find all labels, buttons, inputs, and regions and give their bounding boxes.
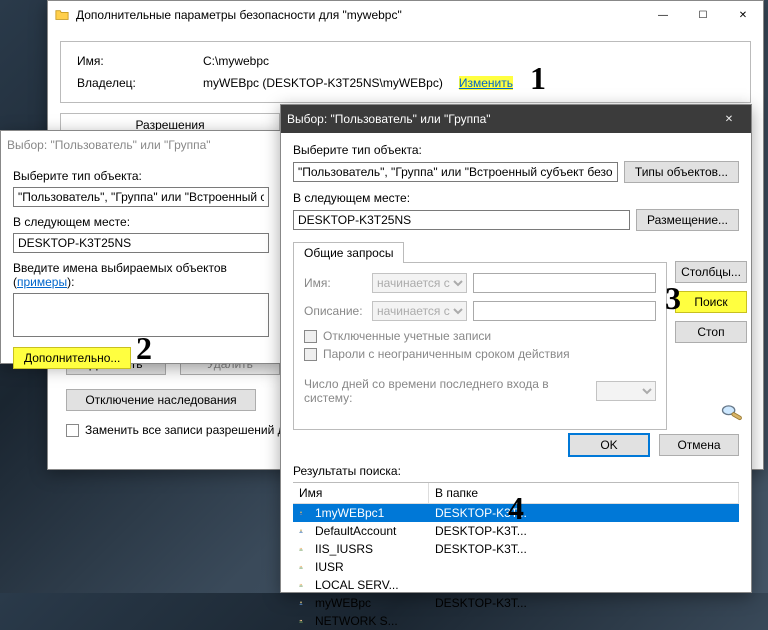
examples-link[interactable]: примеры <box>17 275 67 289</box>
titlebar: Выбор: "Пользователь" или "Группа" <box>1 131 281 159</box>
result-row[interactable]: 1myWEBpc1DESKTOP-K3T... <box>293 504 739 522</box>
days-since-login-label: Число дней со времени последнего входа в… <box>304 377 590 405</box>
minimize-button[interactable]: — <box>643 1 683 29</box>
result-folder: DESKTOP-K3T... <box>429 505 739 521</box>
user-icon <box>293 523 309 539</box>
replace-all-label: Заменить все записи разрешений доч <box>85 423 297 437</box>
results-table: Имя В папке 1myWEBpc1DESKTOP-K3T...Defau… <box>293 482 739 630</box>
result-folder: DESKTOP-K3T... <box>429 595 739 611</box>
result-name: IUSR <box>309 559 429 575</box>
name-field-label: Имя: <box>304 276 366 290</box>
name-value: C:\mywebpc <box>203 54 269 68</box>
replace-all-checkbox[interactable] <box>66 424 79 437</box>
object-names-textarea[interactable] <box>13 293 269 337</box>
disable-inheritance-button[interactable]: Отключение наследования <box>66 389 256 411</box>
user-icon <box>293 595 309 611</box>
result-name: IIS_IUSRS <box>309 541 429 557</box>
window-title: Выбор: "Пользователь" или "Группа" <box>287 112 707 126</box>
stop-button[interactable]: Стоп <box>675 321 747 343</box>
search-glyph-icon[interactable] <box>719 401 747 426</box>
col-name[interactable]: Имя <box>293 483 429 503</box>
group-icon <box>293 559 309 575</box>
owner-label: Владелец: <box>77 76 197 90</box>
group-icon <box>293 613 309 629</box>
change-owner-link[interactable]: Изменить <box>459 76 513 90</box>
desc-field-input <box>473 301 656 321</box>
object-type-label: Выберите тип объекта: <box>293 143 739 157</box>
object-type-label: Выберите тип объекта: <box>13 169 269 183</box>
maximize-button[interactable]: ☐ <box>683 1 723 29</box>
name-label: Имя: <box>77 54 197 68</box>
from-location-input[interactable] <box>293 210 630 230</box>
results-label: Результаты поиска: <box>293 464 739 478</box>
desc-field-label: Описание: <box>304 304 366 318</box>
select-user-simple-window: Выбор: "Пользователь" или "Группа" Выбер… <box>0 130 282 364</box>
window-title: Дополнительные параметры безопасности дл… <box>76 8 643 22</box>
nonexpire-pwd-label: Пароли с неограниченным сроком действия <box>323 347 570 361</box>
owner-value: myWEBpc (DESKTOP-K3T25NS\myWEBpc) <box>203 76 443 90</box>
columns-button[interactable]: Столбцы... <box>675 261 747 283</box>
name-field-input <box>473 273 656 293</box>
result-row[interactable]: NETWORK S... <box>293 612 739 630</box>
locations-button[interactable]: Размещение... <box>636 209 739 231</box>
from-location-label: В следующем месте: <box>293 191 739 205</box>
result-row[interactable]: IUSR <box>293 558 739 576</box>
result-folder <box>429 620 739 622</box>
result-row[interactable]: myWEBpcDESKTOP-K3T... <box>293 594 739 612</box>
result-name: LOCAL SERV... <box>309 577 429 593</box>
result-name: myWEBpc <box>309 595 429 611</box>
disabled-accounts-checkbox <box>304 330 317 343</box>
from-location-label: В следующем месте: <box>13 215 269 229</box>
name-match-select: начинается с <box>372 273 467 293</box>
desc-match-select: начинается с <box>372 301 467 321</box>
result-folder <box>429 584 739 586</box>
col-folder[interactable]: В папке <box>429 483 739 503</box>
group-icon <box>293 541 309 557</box>
find-now-button[interactable]: Поиск <box>675 291 747 313</box>
advanced-button[interactable]: Дополнительно... <box>13 347 131 369</box>
cancel-button[interactable]: Отмена <box>659 434 739 456</box>
from-location-input[interactable] <box>13 233 269 253</box>
close-button[interactable]: ✕ <box>723 1 763 29</box>
object-types-button[interactable]: Типы объектов... <box>624 161 739 183</box>
nonexpire-pwd-checkbox <box>304 348 317 361</box>
titlebar: Дополнительные параметры безопасности дл… <box>48 1 763 29</box>
folder-icon <box>54 7 70 23</box>
disabled-accounts-label: Отключенные учетные записи <box>323 329 491 343</box>
result-folder: DESKTOP-K3T... <box>429 523 739 539</box>
group-icon <box>293 577 309 593</box>
result-row[interactable]: DefaultAccountDESKTOP-K3T... <box>293 522 739 540</box>
user-icon <box>293 505 309 521</box>
object-type-input[interactable] <box>13 187 269 207</box>
days-since-login-select <box>596 381 656 401</box>
result-folder <box>429 566 739 568</box>
titlebar: Выбор: "Пользователь" или "Группа" ✕ <box>281 105 751 133</box>
close-button[interactable]: ✕ <box>707 105 751 133</box>
result-name: DefaultAccount <box>309 523 429 539</box>
select-user-advanced-window: Выбор: "Пользователь" или "Группа" ✕ Выб… <box>280 104 752 593</box>
result-folder: DESKTOP-K3T... <box>429 541 739 557</box>
window-title: Выбор: "Пользователь" или "Группа" <box>7 138 281 152</box>
ok-button[interactable]: OK <box>569 434 649 456</box>
tab-common-queries[interactable]: Общие запросы <box>293 242 404 263</box>
result-name: NETWORK S... <box>309 613 429 629</box>
result-row[interactable]: LOCAL SERV... <box>293 576 739 594</box>
result-row[interactable]: IIS_IUSRSDESKTOP-K3T... <box>293 540 739 558</box>
object-type-input[interactable] <box>293 162 618 182</box>
result-name: 1myWEBpc1 <box>309 505 429 521</box>
results-header: Имя В папке <box>293 483 739 504</box>
